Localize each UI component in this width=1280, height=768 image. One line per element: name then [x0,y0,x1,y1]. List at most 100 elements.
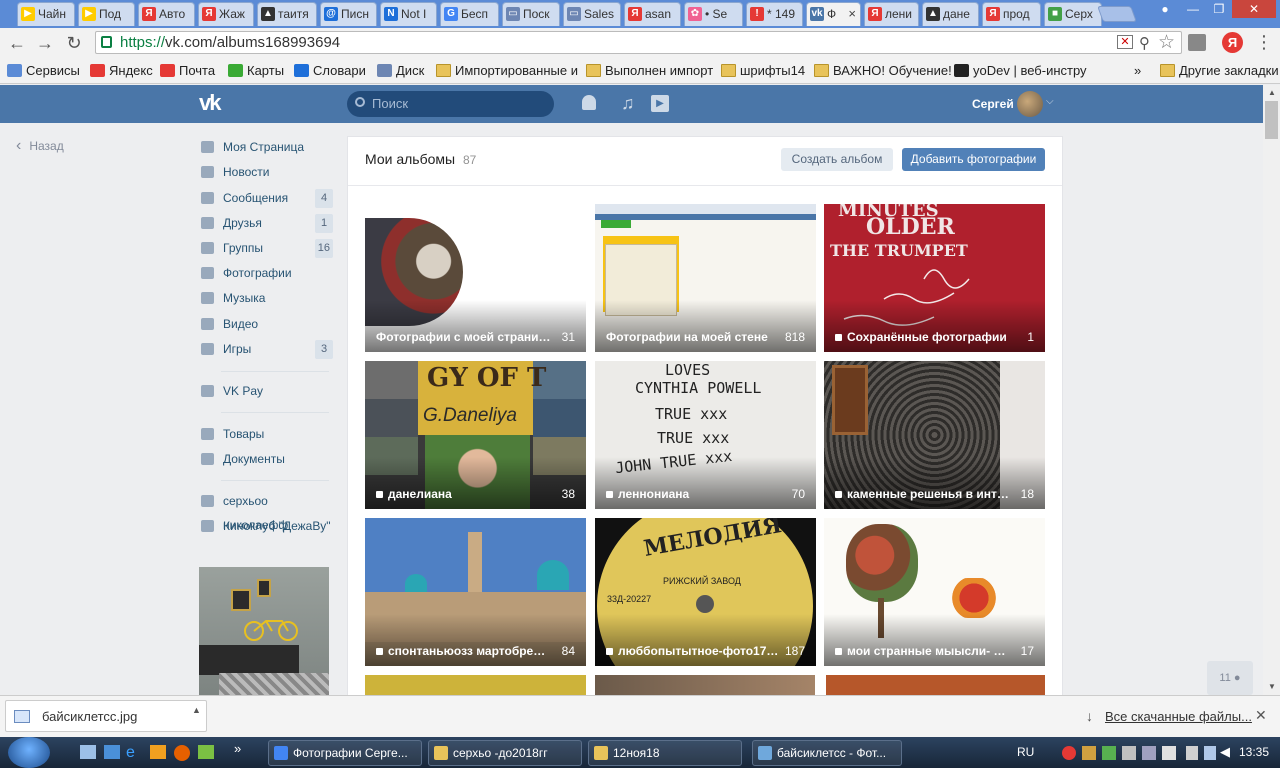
back-arrow-icon[interactable]: ← [6,32,28,54]
menu-icon[interactable]: ⋮ [1255,32,1273,53]
tray-icon[interactable] [1142,746,1156,760]
bookmark-item[interactable]: Импортированные и [436,62,578,80]
sidebar-item-documents[interactable]: Документы [199,447,333,471]
bookmarks-overflow-icon[interactable]: » [1134,62,1141,80]
volume-icon[interactable]: ◀ [1220,744,1230,760]
sidebar-item-group[interactable]: Киноклуб "ДежаВу" [199,514,333,538]
network-icon[interactable] [1204,746,1216,760]
browser-tab[interactable]: Яasan [624,2,681,26]
sidebar-item-vkpay[interactable]: VK Pay [199,379,333,403]
ie-icon[interactable]: e [126,744,135,762]
taskbar-window[interactable]: серхьо -до2018гг [428,740,582,766]
tray-icon[interactable] [1082,746,1096,760]
browser-tab[interactable]: Ялени [864,2,919,26]
tray-icon[interactable] [1102,746,1116,760]
taskbar-window[interactable]: Фотографии Серге... [268,740,422,766]
browser-tab[interactable]: ▶ Чайн [17,2,75,26]
play-icon[interactable]: ▶ [651,95,669,112]
tray-icon[interactable] [1122,746,1136,760]
taskbar-window[interactable]: 12ноя18 [588,740,742,766]
tray-icon[interactable] [1186,746,1198,760]
yandex-extension-icon[interactable]: Я [1222,32,1243,53]
firefox-icon[interactable] [174,745,190,761]
scrollbar[interactable] [1263,85,1280,695]
download-menu-icon[interactable]: ▲ [192,705,201,715]
bookmark-item[interactable]: Почта [160,62,215,80]
sidebar-item[interactable]: Музыка [199,286,333,310]
scroll-down-icon[interactable]: ▼ [1268,682,1276,691]
sidebar-item-goods[interactable]: Товары [199,422,333,446]
quicklaunch-overflow-icon[interactable]: » [234,741,241,756]
language-indicator[interactable]: RU [1017,745,1034,759]
browser-tab[interactable]: Я Жаж [198,2,254,26]
tab-close-icon[interactable]: × [848,3,856,25]
bookmark-item[interactable]: Словари [294,62,366,80]
back-link[interactable]: ‹ Назад [16,137,64,155]
minimize-button[interactable]: — [1180,0,1206,18]
album-wall-photos[interactable]: Фотографии на моей стене 818 [595,204,816,352]
window-close-button[interactable]: ✕ [1232,0,1276,18]
browser-tab[interactable]: Я Авто [138,2,195,26]
browser-tab[interactable]: ▭ Поск [502,2,560,26]
clock[interactable]: 13:35 [1239,745,1269,759]
other-bookmarks[interactable]: Другие закладки [1160,62,1279,80]
search-input[interactable]: Поиск [347,91,554,117]
sidebar-item[interactable]: Сообщения 4 [199,186,333,210]
new-tab-button[interactable] [1097,6,1137,22]
sidebar-item[interactable]: Игры 3 [199,337,333,361]
sidebar-item[interactable]: Группы 16 [199,236,333,260]
media-icon[interactable] [150,745,166,759]
album-cover-partial[interactable] [826,675,1045,695]
browser-tab[interactable]: @ Писн [320,2,377,26]
profile-icon[interactable]: ● [1152,0,1178,18]
sidebar-item-group[interactable]: серхьоо николаефф [199,489,333,532]
bookmark-item[interactable]: yoDev | веб-инстру [954,62,1087,80]
tray-icon[interactable] [1062,746,1076,760]
browser-tab[interactable]: ▲ дане [922,2,979,26]
album-spontaneous[interactable]: спонтаньюозз мартобревскоо... 84 [365,518,586,666]
browser-tab[interactable]: G Бесп [440,2,499,26]
online-friends-widget[interactable]: 11 ● [1207,661,1253,695]
bookmark-item[interactable]: Выполнен импорт [586,62,713,80]
browser-tab[interactable]: Япрод [982,2,1041,26]
album-stone-interiors[interactable]: каменные решенья в интерьере... 18 [824,361,1045,509]
album-saved-photos[interactable]: MINUTES OLDER THE TRUMPET Сохранённые фо… [824,204,1045,352]
sidebar-item[interactable]: Новости [199,160,333,184]
chevron-down-icon[interactable]: ⌵ [1046,96,1054,107]
browser-tab[interactable]: ▶ Под [78,2,135,26]
extension-icon[interactable] [1188,34,1206,51]
create-album-button[interactable]: Создать альбом [781,148,893,171]
star-icon[interactable]: ☆ [1158,31,1175,54]
album-profile-photos[interactable]: Фотографии с моей страницы 31 [365,204,586,352]
tray-icon[interactable] [1162,746,1176,760]
reload-icon[interactable]: ↻ [63,32,85,54]
scrollbar-thumb[interactable] [1265,101,1278,139]
album-lennon[interactable]: LOVES CYNTHIA POWELL TRUE xxx TRUE xxx J… [595,361,816,509]
album-cover-partial[interactable] [365,675,586,695]
add-photos-button[interactable]: Добавить фотографии [902,148,1045,171]
browser-tab[interactable]: ▭ Sales [563,2,621,26]
browser-tab[interactable]: vk Ф × [806,2,861,26]
restore-button[interactable]: ❐ [1206,0,1232,18]
bookmark-item[interactable]: Диск [377,62,424,80]
app-icon[interactable] [198,745,214,759]
show-desktop-icon[interactable] [80,745,96,759]
all-downloads-link[interactable]: Все скачанные файлы... [1105,709,1252,724]
scroll-up-icon[interactable]: ▲ [1268,88,1276,97]
user-name[interactable]: Сергей [972,97,1014,111]
browser-tab[interactable]: N Not I [380,2,437,26]
forward-arrow-icon[interactable]: → [34,32,56,54]
ad-banner[interactable] [199,567,329,695]
sidebar-item[interactable]: Видео [199,312,333,336]
vk-logo[interactable]: vk [199,92,229,114]
sidebar-item[interactable]: Друзья 1 [199,211,333,235]
browser-tab[interactable]: ▲ таитя [257,2,317,26]
bookmark-item[interactable]: Яндекс [90,62,153,80]
browser-tab[interactable]: ■ Серх [1044,2,1102,26]
album-strange-thoughts[interactable]: мои странные мыысли- платт... 17 [824,518,1045,666]
album-cover-partial[interactable] [595,675,815,695]
browser-tab[interactable]: ✿ • Se [684,2,743,26]
url-text[interactable]: https://vk.com/albums168993694 [120,34,340,51]
sidebar-item[interactable]: Моя Страница [199,135,333,159]
bookmark-item[interactable]: ВАЖНО! Обучение! [814,62,952,80]
